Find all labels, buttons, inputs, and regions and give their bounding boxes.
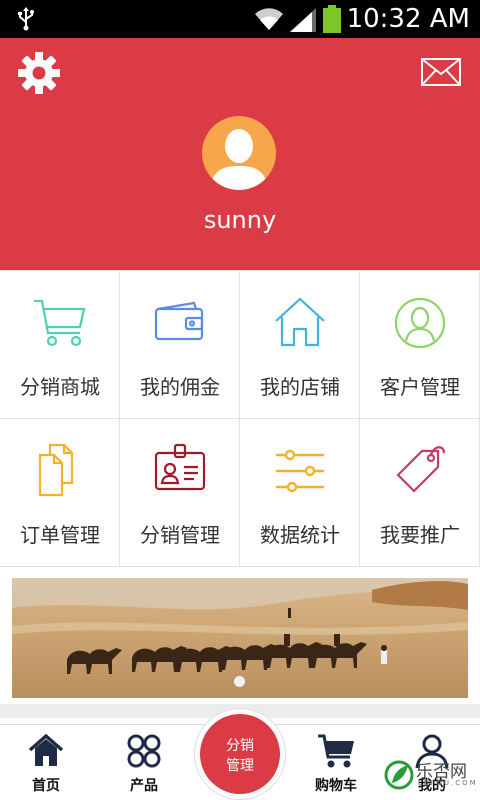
menu-label: 订单管理 bbox=[20, 523, 100, 547]
menu-item-commission[interactable]: 我的佣金 bbox=[120, 271, 240, 419]
distribution-center-button[interactable]: 分销 管理 bbox=[200, 714, 280, 794]
tab-label: 产品 bbox=[130, 778, 158, 794]
battery-icon bbox=[322, 5, 342, 37]
leaf-logo-icon bbox=[384, 760, 414, 790]
tab-label: 购物车 bbox=[315, 778, 357, 794]
menu-item-customers[interactable]: 客户管理 bbox=[360, 271, 480, 419]
cart-icon bbox=[30, 293, 90, 353]
username: sunny bbox=[203, 206, 277, 234]
center-label-line1: 分销 bbox=[226, 738, 254, 754]
wifi-icon bbox=[254, 6, 284, 36]
grid-icon bbox=[126, 733, 162, 773]
tab-products[interactable]: 产品 bbox=[104, 725, 184, 800]
tag-icon bbox=[390, 441, 450, 501]
clock: 10:32 AM bbox=[346, 4, 470, 34]
sliders-icon bbox=[270, 441, 330, 501]
watermark: 乐否网 LEFOU.COM bbox=[384, 755, 480, 800]
menu-item-shop[interactable]: 我的店铺 bbox=[240, 271, 360, 419]
menu-label: 数据统计 bbox=[260, 523, 340, 547]
tab-cart[interactable]: 购物车 bbox=[296, 725, 376, 800]
usb-icon bbox=[16, 6, 36, 36]
menu-item-promote[interactable]: 我要推广 bbox=[360, 419, 480, 567]
menu-item-orders[interactable]: 订单管理 bbox=[0, 419, 120, 567]
menu-label: 我的佣金 bbox=[140, 375, 220, 399]
mail-icon[interactable] bbox=[421, 58, 461, 90]
menu-item-statistics[interactable]: 数据统计 bbox=[240, 419, 360, 567]
carousel-indicator[interactable] bbox=[234, 676, 245, 687]
cart-icon bbox=[316, 733, 356, 773]
home-icon bbox=[28, 733, 64, 773]
menu-item-distribution[interactable]: 分销管理 bbox=[120, 419, 240, 567]
gear-icon[interactable] bbox=[16, 50, 62, 100]
tab-label: 首页 bbox=[32, 778, 60, 794]
menu-grid: 分销商城 我的佣金 我的店铺 客户管理 订单管理 分销管理 数据统计 我要推广 bbox=[0, 270, 480, 567]
menu-label: 我要推广 bbox=[380, 523, 460, 547]
menu-label: 我的店铺 bbox=[260, 375, 340, 399]
avatar[interactable] bbox=[202, 116, 276, 190]
status-bar: 10:32 AM bbox=[0, 0, 480, 38]
center-label-line2: 管理 bbox=[226, 758, 254, 774]
tab-home[interactable]: 首页 bbox=[6, 725, 86, 800]
watermark-subtext: LEFOU.COM bbox=[418, 779, 478, 787]
profile-header: sunny bbox=[0, 38, 480, 270]
menu-label: 客户管理 bbox=[380, 375, 460, 399]
menu-label: 分销管理 bbox=[140, 523, 220, 547]
signal-icon bbox=[290, 8, 316, 36]
menu-item-mall[interactable]: 分销商城 bbox=[0, 271, 120, 419]
user-circle-icon bbox=[390, 293, 450, 353]
home-icon bbox=[270, 293, 330, 353]
documents-icon bbox=[30, 441, 90, 501]
wallet-icon bbox=[150, 293, 210, 353]
menu-label: 分销商城 bbox=[20, 375, 100, 399]
id-badge-icon bbox=[150, 441, 210, 501]
